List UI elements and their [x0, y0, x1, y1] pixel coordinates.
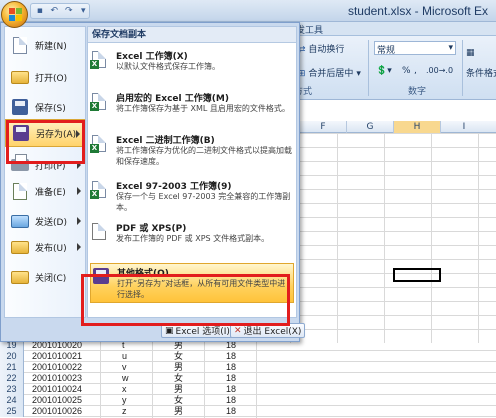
chevron-down-icon: ▾ [448, 43, 453, 53]
excel-options-button[interactable]: ▣ Excel 选项(I) [161, 323, 234, 338]
macro-workbook-icon: X [90, 93, 112, 115]
grid-line [204, 340, 205, 418]
chevron-right-icon [77, 243, 81, 251]
office-button[interactable] [1, 1, 28, 28]
new-doc-icon [9, 35, 31, 55]
table-row[interactable]: 25 2001010026 z 男 18 [0, 406, 496, 417]
currency-button[interactable]: 💲▾ [376, 66, 392, 76]
data-rows: 19 2001010020 t 男 18 20 2001010021 u 女 1… [0, 340, 496, 418]
table-row[interactable]: 20 2001010021 u 女 18 [0, 351, 496, 362]
grid-line [100, 340, 101, 418]
submenu-item-macro-workbook[interactable]: X 启用宏的 Excel 工作簿(M) 将工作簿保存为基于 XML 且启用宏的文… [90, 89, 294, 127]
submenu-item-other-formats[interactable]: 其他格式(O) 打开“另存为”对话框，从所有可用文件类型中进行选择。 [90, 263, 294, 303]
currency-icon: 💲▾ [376, 66, 392, 76]
comma-button[interactable]: , [414, 66, 417, 76]
other-formats-icon [93, 268, 113, 290]
pdf-xps-icon [92, 223, 112, 245]
office-menu: 新建(N) 打开(O) 保存(S) 另存为(A) 打印(P) 准备(E) 发送(… [0, 22, 306, 342]
percent-button[interactable]: % [402, 66, 411, 76]
menu-item-close[interactable]: 关闭(C) [5, 263, 85, 291]
submenu-title: 保存文档副本 [88, 27, 296, 43]
menu-item-save-as[interactable]: 另存为(A) [5, 119, 85, 147]
decimal-button[interactable]: .00→.0 [426, 66, 453, 75]
active-cell[interactable] [393, 268, 441, 282]
chevron-right-icon [77, 217, 81, 225]
menu-item-new[interactable]: 新建(N) [5, 31, 85, 59]
ribbon-tabs: 发工具 [290, 22, 496, 36]
menu-footer: ▣ Excel 选项(I) ✕ 退出 Excel(X) [1, 319, 306, 341]
menu-item-publish[interactable]: 发布(U) [5, 233, 85, 261]
excel-97-2003-icon: X [90, 181, 112, 203]
column-header[interactable]: F [299, 121, 346, 133]
group-separator [368, 40, 369, 96]
undo-icon[interactable]: ↶ [49, 6, 61, 17]
table-row[interactable]: 23 2001010024 x 男 18 [0, 384, 496, 395]
window-title: student.xlsx - Microsoft Ex [347, 4, 488, 18]
number-format-select[interactable]: 常规 ▾ [374, 41, 456, 56]
column-header[interactable]: I [440, 121, 487, 133]
menu-item-send[interactable]: 发送(D) [5, 207, 85, 235]
grid-line [152, 340, 153, 418]
sheet-grid[interactable] [290, 133, 496, 343]
submenu-item-binary-workbook[interactable]: X Excel 二进制工作簿(B) 将工作簿保存为优化的二进制文件格式以提高加载… [90, 131, 294, 169]
menu-item-save[interactable]: 保存(S) [5, 93, 85, 121]
column-headers: F G H I [290, 121, 496, 133]
close-icon: ✕ [234, 325, 242, 336]
chevron-right-icon [76, 130, 80, 138]
table-row[interactable]: 24 2001010025 y 女 18 [0, 395, 496, 406]
binary-workbook-icon: X [90, 135, 112, 157]
office-logo-icon [9, 8, 22, 21]
prepare-icon [9, 181, 31, 201]
cond-format-icon: ▦ [466, 48, 475, 58]
submenu-item-excel-97-2003[interactable]: X Excel 97-2003 工作簿(9) 保存一个与 Excel 97-20… [90, 177, 294, 215]
group-separator [462, 40, 463, 96]
grid-line [256, 340, 257, 418]
group-number-label: 数字 [408, 87, 427, 97]
redo-icon[interactable]: ↷ [63, 6, 75, 17]
chevron-right-icon [77, 187, 81, 195]
menu-item-open[interactable]: 打开(O) [5, 63, 85, 91]
quick-access-toolbar: ▪ ↶ ↷ ▾ [30, 3, 90, 19]
chevron-right-icon [77, 161, 81, 169]
options-icon: ▣ [165, 325, 174, 336]
cond-format-button[interactable]: 条件格式 [466, 66, 496, 79]
save-icon[interactable]: ▪ [34, 6, 46, 17]
merge-center-button[interactable]: ⊞ 合并后居中 ▾ [298, 66, 361, 79]
chevron-down-icon: ▾ [356, 69, 361, 79]
column-header[interactable]: G [346, 121, 393, 133]
qat-dropdown-icon[interactable]: ▾ [78, 6, 90, 17]
menu-commands: 新建(N) 打开(O) 保存(S) 另存为(A) 打印(P) 准备(E) 发送(… [4, 26, 86, 318]
menu-item-print[interactable]: 打印(P) [5, 151, 85, 179]
open-folder-icon [9, 67, 31, 87]
submenu-item-pdf-xps[interactable]: PDF 或 XPS(P) 发布工作簿的 PDF 或 XPS 文件格式副本。 [90, 219, 294, 257]
printer-icon [9, 154, 31, 175]
tab-developer[interactable]: 发工具 [296, 23, 323, 36]
excel-workbook-icon: X [90, 51, 112, 73]
save-as-submenu: 保存文档副本 X Excel 工作簿(X) 以默认文件格式保存工作簿。 X 启用… [87, 26, 297, 318]
close-folder-icon [9, 267, 31, 287]
save-as-icon [10, 123, 32, 143]
send-icon [9, 211, 31, 231]
publish-icon [9, 237, 31, 257]
ribbon: ⇄ 自动换行 ⊞ 合并后居中 ▾ 方式 常规 ▾ 💲▾ % , .00→.0 数… [290, 36, 496, 100]
submenu-item-excel-workbook[interactable]: X Excel 工作簿(X) 以默认文件格式保存工作簿。 [90, 47, 294, 85]
title-bar: ▪ ↶ ↷ ▾ student.xlsx - Microsoft Ex [0, 0, 496, 22]
wrap-text-button[interactable]: ⇄ 自动换行 [298, 42, 344, 55]
column-header-selected[interactable]: H [393, 121, 440, 133]
menu-item-prepare[interactable]: 准备(E) [5, 177, 85, 205]
table-row[interactable]: 22 2001010023 w 女 18 [0, 373, 496, 384]
table-row[interactable]: 21 2001010022 v 男 18 [0, 362, 496, 373]
exit-excel-button[interactable]: ✕ 退出 Excel(X) [230, 323, 306, 338]
save-disk-icon [9, 97, 31, 117]
